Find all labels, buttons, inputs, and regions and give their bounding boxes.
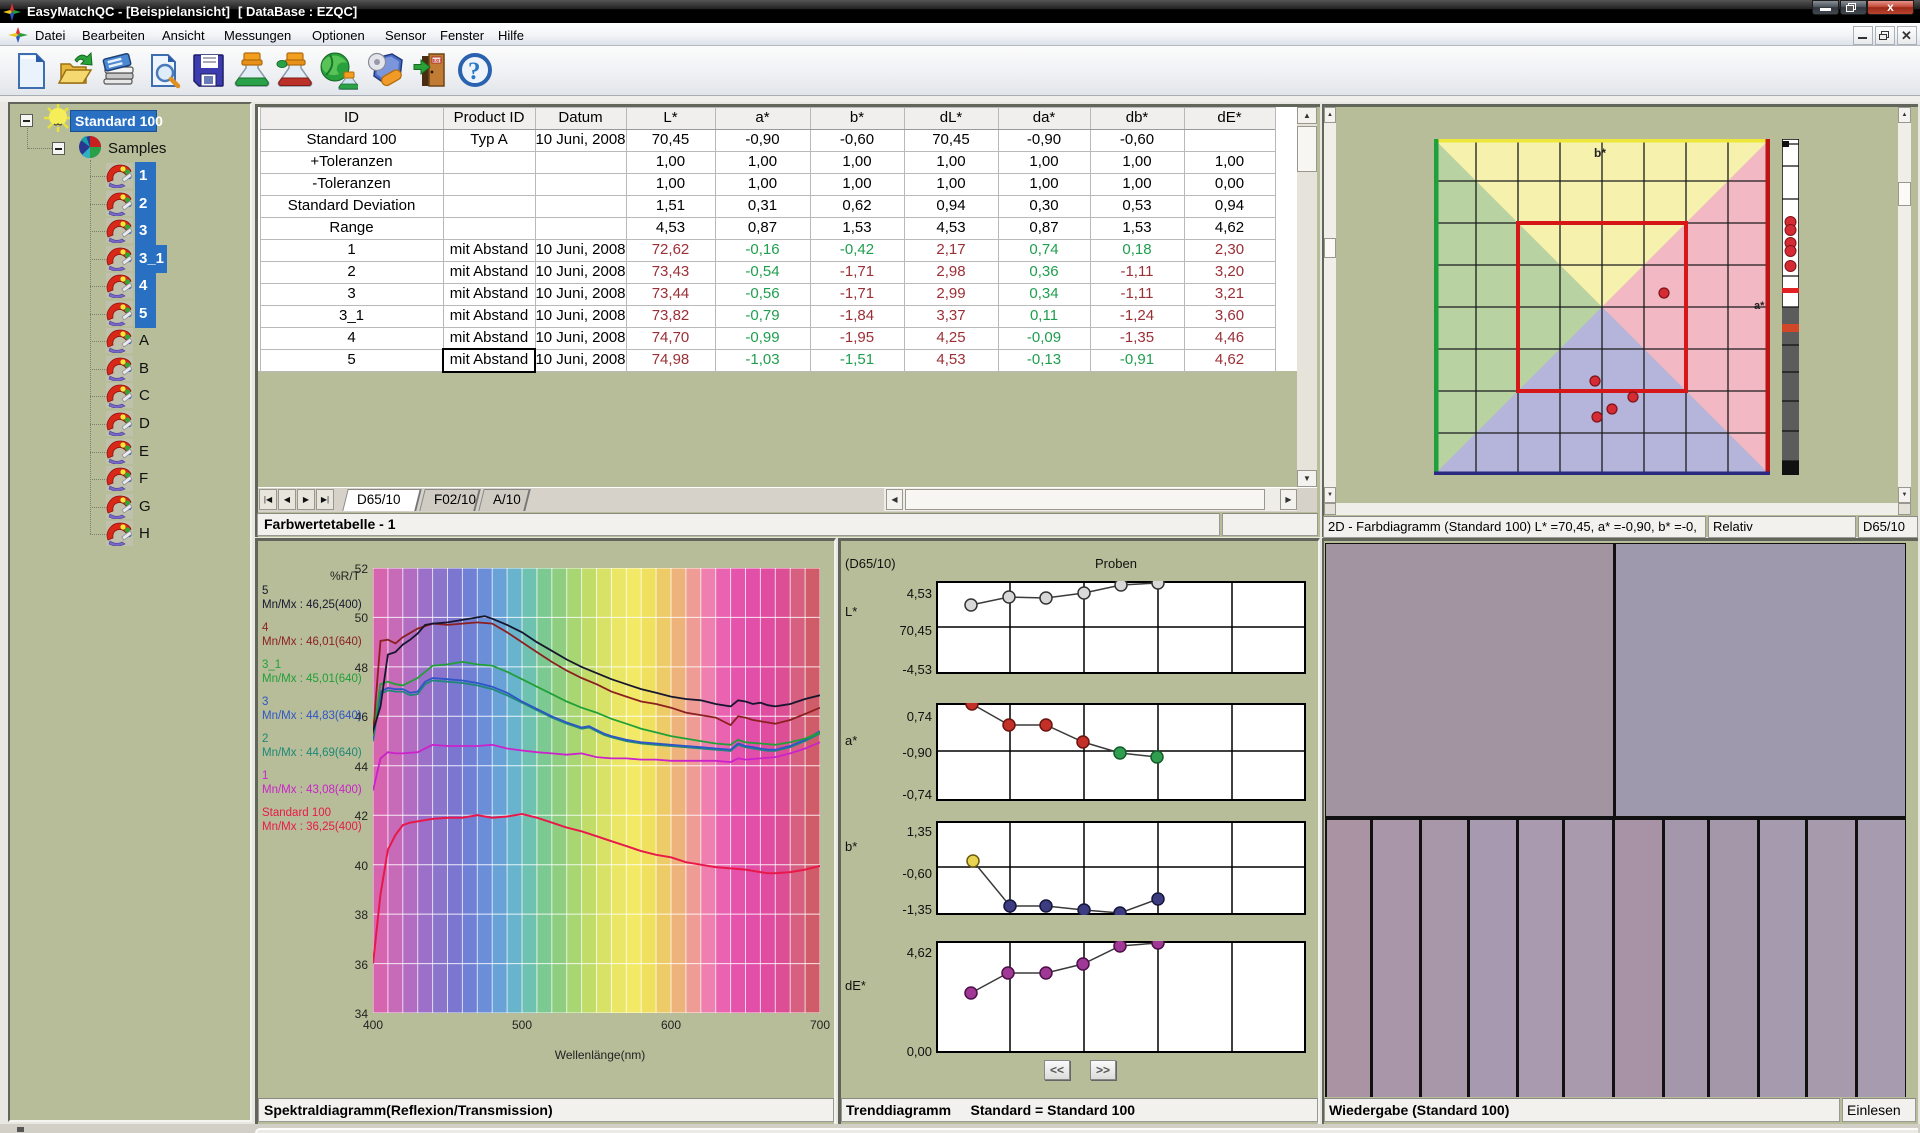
svg-text:a*: a* bbox=[1754, 300, 1765, 312]
svg-text:EXIT: EXIT bbox=[433, 58, 443, 63]
svg-text:?: ? bbox=[468, 58, 481, 85]
svg-text:b*: b* bbox=[1594, 146, 1606, 160]
